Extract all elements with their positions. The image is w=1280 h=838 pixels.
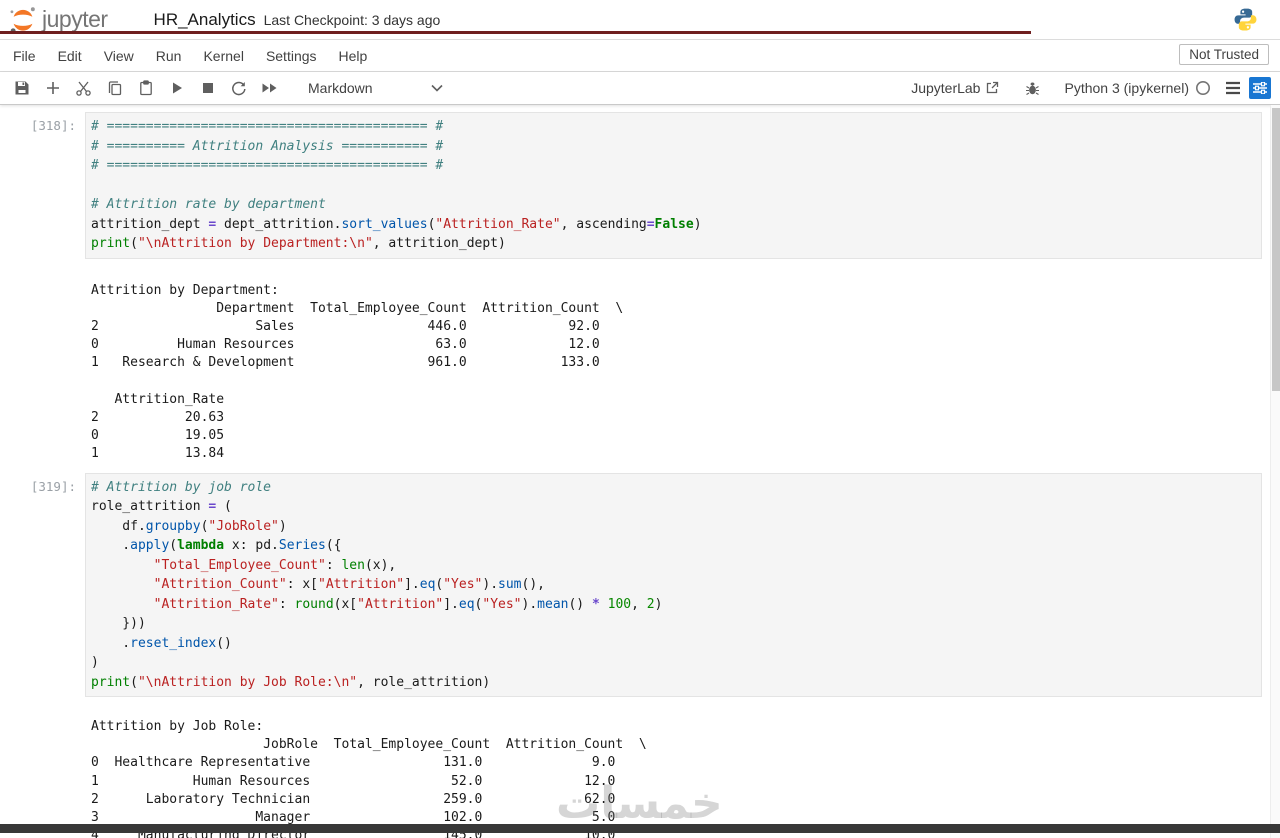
debugger-bug-icon[interactable] <box>1025 81 1040 96</box>
copy-icon <box>107 80 123 96</box>
code-cell-319: [319]: # Attrition by job rolerole_attri… <box>0 473 1262 698</box>
jupyterlab-label: JupyterLab <box>911 80 980 96</box>
jupyterlab-link[interactable]: JupyterLab <box>911 80 999 96</box>
menu-kernel[interactable]: Kernel <box>192 43 254 69</box>
python-logo-icon <box>1233 7 1258 32</box>
toolbar-right-group: JupyterLab Python 3 (ipykernel) <box>911 77 1271 99</box>
code-cell-editor[interactable]: # ======================================… <box>85 112 1262 259</box>
paste-cells-button[interactable] <box>131 75 160 101</box>
jupyter-logo-icon <box>8 5 38 35</box>
jupyter-wordmark: jupyter <box>42 6 108 33</box>
code-cell-editor[interactable]: # Attrition by job rolerole_attrition = … <box>85 473 1262 698</box>
toolbar: Markdown JupyterLab Python 3 (ipykernel) <box>0 72 1280 105</box>
cut-cells-button[interactable] <box>69 75 98 101</box>
save-icon <box>14 80 30 96</box>
kernel-status-indicator[interactable] <box>1195 80 1211 96</box>
title-bar: jupyter HR_Analytics Last Checkpoint: 3 … <box>0 0 1280 40</box>
run-icon <box>170 81 184 95</box>
stop-icon <box>202 82 214 94</box>
scrollbar[interactable] <box>1270 105 1280 838</box>
menu-help[interactable]: Help <box>328 43 379 69</box>
run-cell-button[interactable] <box>162 75 191 101</box>
run-all-cells-button[interactable] <box>255 75 284 101</box>
main-menu-icon[interactable] <box>1225 81 1241 95</box>
code-cell-318: [318]: # ===============================… <box>0 112 1262 259</box>
scrollbar-thumb[interactable] <box>1272 108 1280 391</box>
cell-prompt: [318]: <box>0 112 85 259</box>
chevron-down-icon <box>431 84 443 92</box>
khamsat-watermark: خمسات <box>556 778 723 829</box>
copy-cells-button[interactable] <box>100 75 129 101</box>
sliders-icon <box>1253 82 1267 94</box>
add-cell-button[interactable] <box>38 75 67 101</box>
video-progress-line <box>0 31 1031 34</box>
fast-forward-icon <box>261 81 278 95</box>
cell-output: Attrition by Department: Department Tota… <box>91 282 1270 464</box>
cell-prompt: [319]: <box>0 473 85 698</box>
menu-bar: File Edit View Run Kernel Settings Help … <box>0 40 1280 72</box>
panel-toggle-button[interactable] <box>1249 77 1271 99</box>
video-seek-bar <box>0 824 1280 833</box>
last-checkpoint: Last Checkpoint: 3 days ago <box>264 12 441 28</box>
menu-run[interactable]: Run <box>145 43 193 69</box>
cell-type-label: Markdown <box>308 80 373 96</box>
external-link-icon <box>985 81 999 95</box>
restart-kernel-button[interactable] <box>224 75 253 101</box>
menu-view[interactable]: View <box>93 43 145 69</box>
kernel-name[interactable]: Python 3 (ipykernel) <box>1064 80 1189 96</box>
scissors-icon <box>75 80 92 97</box>
jupyter-logo[interactable]: jupyter <box>8 5 108 35</box>
notebook-panel: [318]: # ===============================… <box>0 105 1270 838</box>
cell-type-select[interactable]: Markdown <box>308 80 443 96</box>
menu-edit[interactable]: Edit <box>47 43 93 69</box>
notebook-title[interactable]: HR_Analytics <box>154 10 256 30</box>
interrupt-kernel-button[interactable] <box>193 75 222 101</box>
menu-file[interactable]: File <box>2 43 47 69</box>
menu-settings[interactable]: Settings <box>255 43 328 69</box>
save-button[interactable] <box>7 75 36 101</box>
restart-icon <box>231 80 247 96</box>
plus-icon <box>45 80 61 96</box>
not-trusted-button[interactable]: Not Trusted <box>1179 44 1269 65</box>
paste-icon <box>138 80 154 96</box>
